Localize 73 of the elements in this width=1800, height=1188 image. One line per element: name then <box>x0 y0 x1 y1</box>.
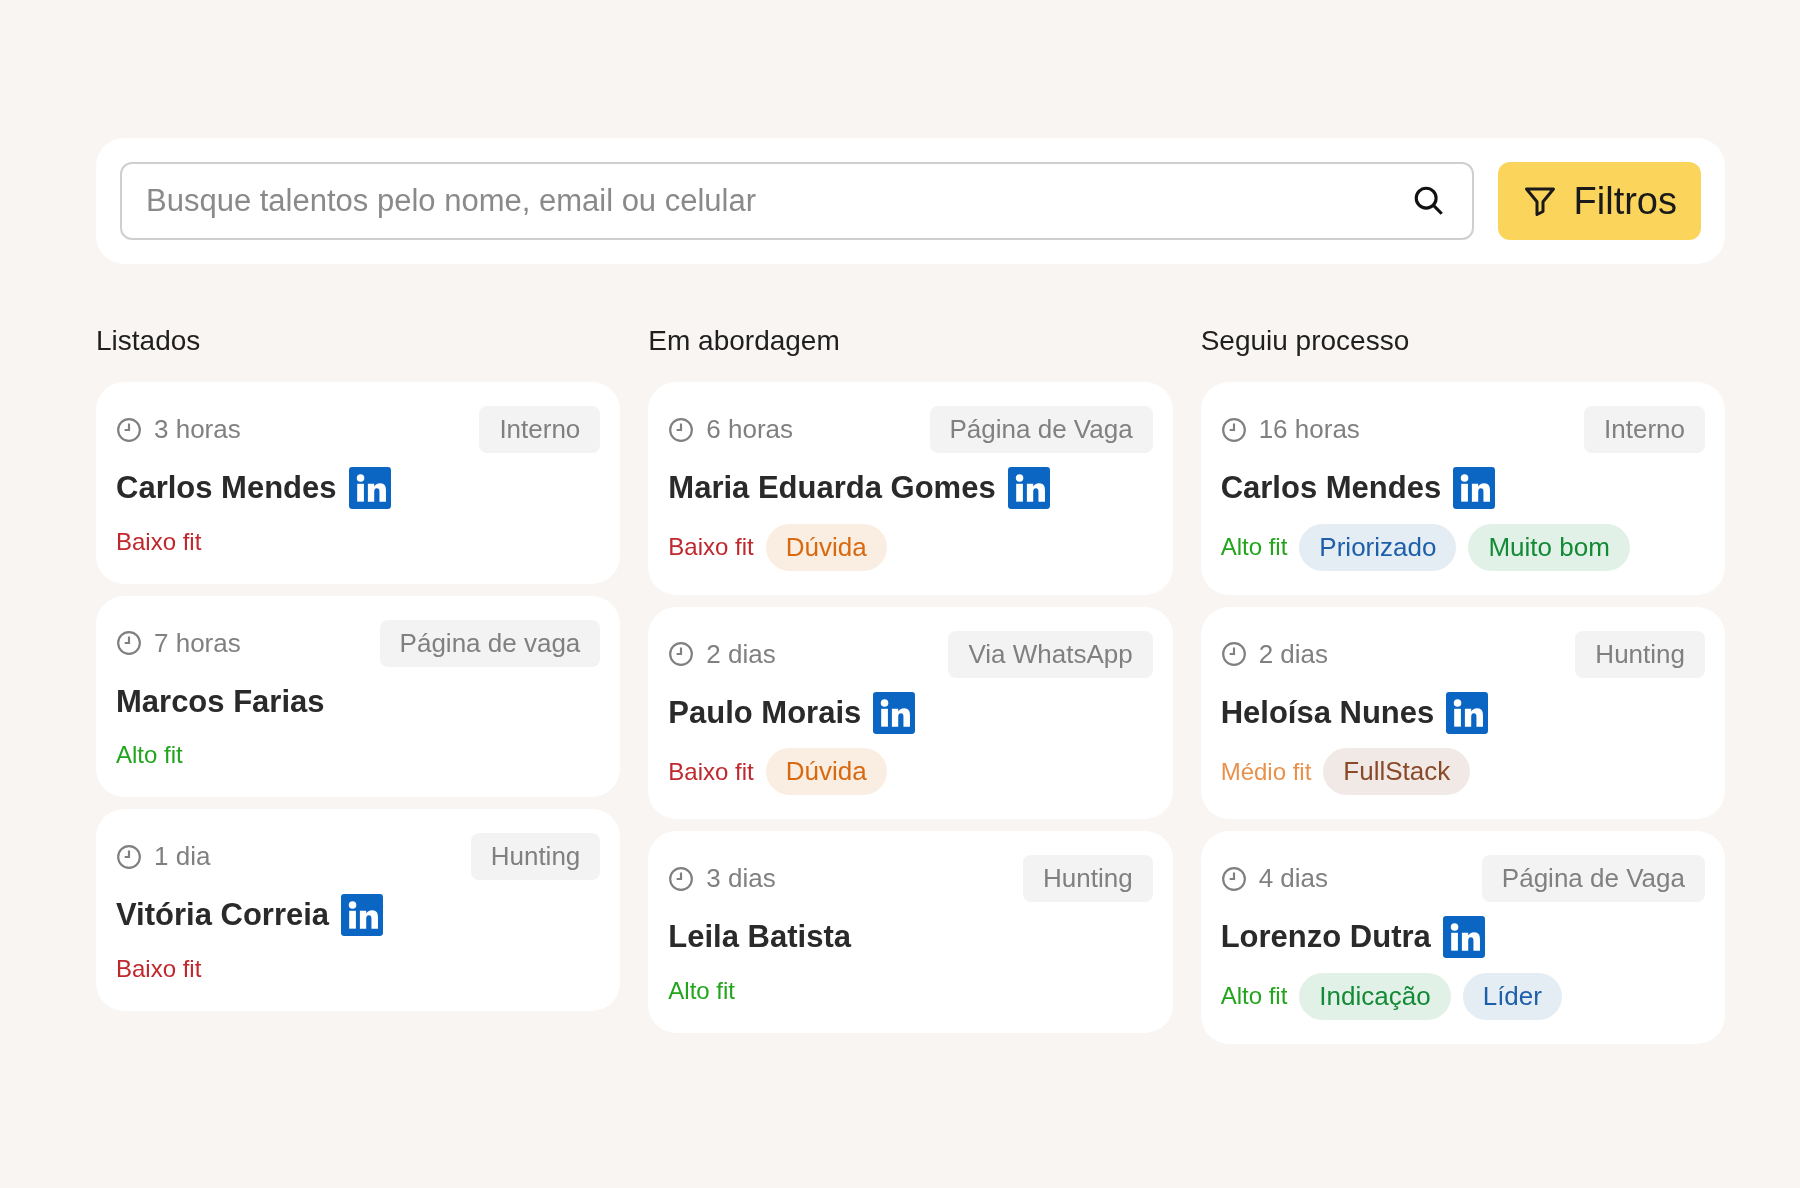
candidate-name: Lorenzo Dutra <box>1220 918 1431 956</box>
elapsed-time: 16 horas <box>1258 413 1360 446</box>
source-label: Página de Vaga <box>929 406 1153 453</box>
tag: Dúvida <box>765 523 887 571</box>
fit-label: Baixo fit <box>116 953 202 984</box>
candidate-card[interactable]: 1 dia Hunting Vitória Correia Baixo fit <box>96 809 621 1011</box>
candidate-card[interactable]: 2 dias Hunting Heloísa Nunes Médio fit FullStack <box>1200 606 1725 819</box>
elapsed-time: 7 horas <box>154 626 241 660</box>
fit-label: Alto fit <box>668 975 736 1006</box>
source-label: Interno <box>479 406 601 453</box>
fit-label: Baixo fit <box>668 532 754 562</box>
source-label: Hunting <box>1023 855 1153 902</box>
clock-icon <box>116 630 142 656</box>
tag: FullStack <box>1323 748 1471 795</box>
linkedin-icon[interactable] <box>341 894 384 937</box>
candidate-name: Paulo Morais <box>668 693 862 732</box>
clock-icon <box>1220 865 1247 892</box>
elapsed-time: 2 dias <box>1258 637 1329 671</box>
source-label: Hunting <box>470 833 601 880</box>
candidate-name: Heloísa Nunes <box>1220 693 1435 732</box>
filter-button[interactable]: Filtros <box>1497 162 1701 240</box>
elapsed-time: 6 horas <box>706 413 794 446</box>
candidate-card[interactable]: 16 horas Interno Carlos Mendes Alto fit Priorizado Muito bom <box>1200 382 1725 595</box>
source-label: Interno <box>1584 406 1705 453</box>
tag: Líder <box>1462 972 1562 1020</box>
source-label: Hunting <box>1575 630 1705 678</box>
linkedin-icon[interactable] <box>1446 691 1489 734</box>
clock-icon <box>116 843 142 870</box>
elapsed-time: 1 dia <box>154 840 211 873</box>
elapsed-time: 2 dias <box>706 637 776 671</box>
tag: Dúvida <box>765 748 887 795</box>
candidate-card[interactable]: 4 dias Página de Vaga Lorenzo Dutra Alto fit Indicação Líder <box>1200 831 1725 1044</box>
fit-label: Alto fit <box>1220 981 1288 1011</box>
tag: Indicação <box>1299 972 1451 1020</box>
clock-icon <box>668 641 695 667</box>
elapsed-time: 4 dias <box>1258 862 1329 895</box>
clock-icon <box>668 416 695 443</box>
column-title: Seguiu processo <box>1200 324 1411 358</box>
candidate-name: Carlos Mendes <box>1220 469 1442 507</box>
fit-label: Baixo fit <box>668 756 754 787</box>
linkedin-icon[interactable] <box>1007 467 1050 510</box>
clock-icon <box>1220 641 1247 667</box>
candidate-card[interactable]: 2 dias Via WhatsApp Paulo Morais Baixo fit Dúvida <box>648 606 1173 819</box>
linkedin-icon[interactable] <box>873 691 916 734</box>
candidate-name: Carlos Mendes <box>116 469 337 507</box>
fit-label: Alto fit <box>1220 532 1288 562</box>
fit-label: Baixo fit <box>116 526 202 557</box>
column-title: Listados <box>96 324 202 358</box>
candidate-card[interactable]: 3 dias Hunting Leila Batista Alto fit <box>648 831 1173 1033</box>
candidate-name: Vitória Correia <box>116 896 330 934</box>
source-label: Página de vaga <box>379 619 601 667</box>
source-label: Página de Vaga <box>1481 855 1705 902</box>
candidate-card[interactable]: 3 horas Interno Carlos Mendes Baixo fit <box>96 382 621 584</box>
search-field[interactable]: Busque talentos pelo nome, email ou celular <box>120 162 1474 240</box>
linkedin-icon[interactable] <box>1442 916 1485 959</box>
linkedin-icon[interactable] <box>1453 467 1496 510</box>
fit-label: Alto fit <box>116 740 183 770</box>
clock-icon <box>668 865 695 892</box>
elapsed-time: 3 horas <box>154 413 241 446</box>
tag: Muito bom <box>1468 523 1630 571</box>
candidate-name: Maria Eduarda Gomes <box>668 469 996 507</box>
fit-label: Médio fit <box>1220 756 1312 787</box>
candidate-name: Leila Batista <box>668 918 851 956</box>
candidate-card[interactable]: 6 horas Página de Vaga Maria Eduarda Gomes Baixo fit Dúvida <box>648 382 1173 595</box>
clock-icon <box>1220 416 1247 443</box>
elapsed-time: 3 dias <box>706 862 776 895</box>
tag: Priorizado <box>1299 523 1457 571</box>
source-label: Via WhatsApp <box>948 630 1153 678</box>
linkedin-icon[interactable] <box>348 467 391 510</box>
clock-icon <box>116 416 142 443</box>
column-title: Em abordagem <box>648 324 841 358</box>
candidate-name: Marcos Farias <box>116 682 325 721</box>
candidate-card[interactable]: 7 horas Página de vaga Marcos Farias Alto fit <box>96 595 621 797</box>
